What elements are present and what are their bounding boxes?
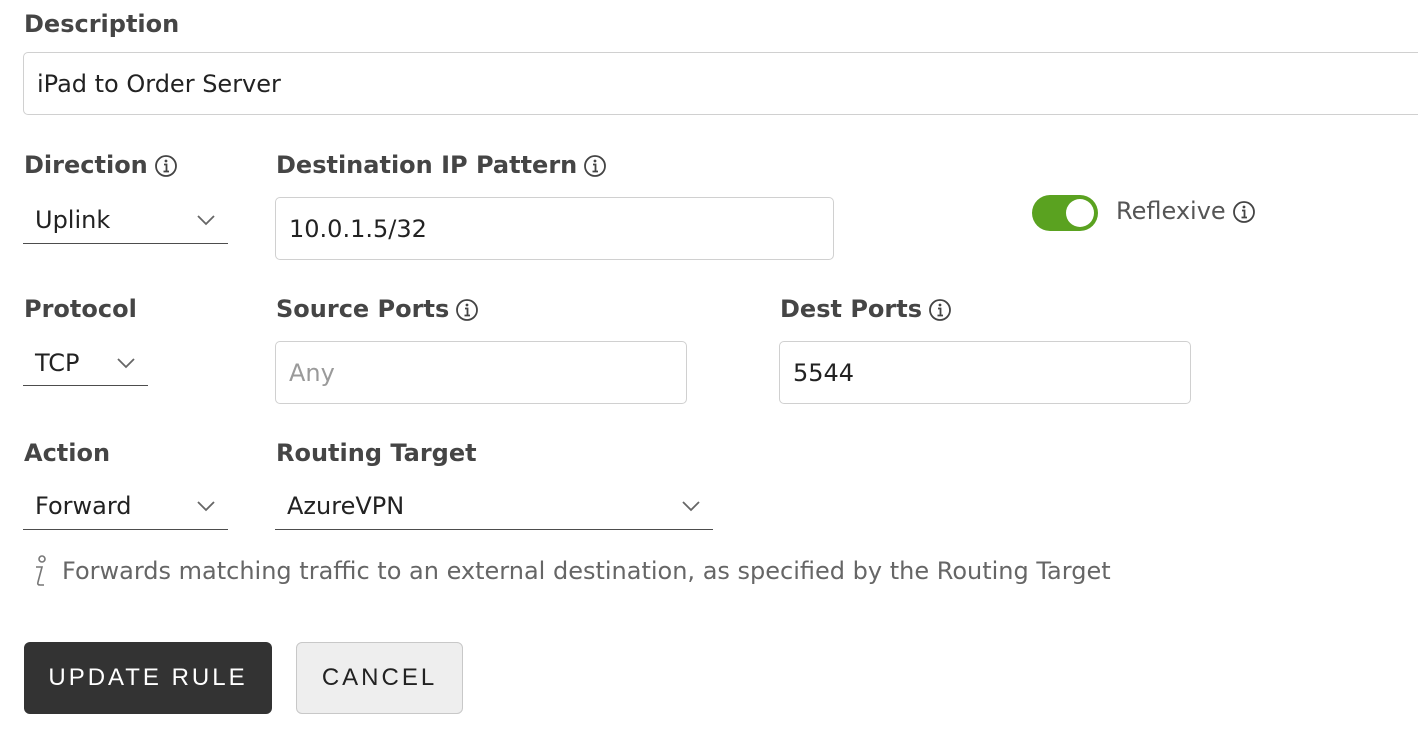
source-ports-label: Source Ports xyxy=(276,295,479,323)
reflexive-label-text: Reflexive xyxy=(1116,197,1226,225)
help-text: Forwards matching traffic to an external… xyxy=(62,557,1111,585)
dest-ports-label: Dest Ports xyxy=(780,295,952,323)
info-icon[interactable] xyxy=(928,298,952,322)
help-text-row: Forwards matching traffic to an external… xyxy=(28,554,1111,588)
destination-ip-input[interactable]: 10.0.1.5/32 xyxy=(275,197,834,260)
info-icon[interactable] xyxy=(1232,200,1256,224)
destination-ip-label: Destination IP Pattern xyxy=(276,151,607,179)
source-ports-label-text: Source Ports xyxy=(276,295,450,323)
info-italic-icon xyxy=(36,555,46,586)
description-input[interactable]: iPad to Order Server xyxy=(23,52,1418,115)
toggle-knob xyxy=(1066,199,1094,227)
chevron-down-icon xyxy=(117,357,135,368)
update-rule-button[interactable]: UPDATE RULE xyxy=(24,642,272,714)
source-ports-input[interactable]: Any xyxy=(275,341,687,404)
direction-select[interactable]: Uplink xyxy=(23,196,228,244)
protocol-value: TCP xyxy=(35,348,80,377)
dest-ports-label-text: Dest Ports xyxy=(780,295,922,323)
reflexive-toggle[interactable] xyxy=(1032,195,1098,231)
info-icon[interactable] xyxy=(583,154,607,178)
routing-target-select[interactable]: AzureVPN xyxy=(275,483,713,530)
direction-label: Direction xyxy=(24,151,178,179)
protocol-label: Protocol xyxy=(24,295,137,323)
description-label: Description xyxy=(24,10,180,38)
action-label: Action xyxy=(24,439,111,467)
action-value: Forward xyxy=(35,492,132,520)
info-icon[interactable] xyxy=(154,154,178,178)
destination-ip-label-text: Destination IP Pattern xyxy=(276,151,578,179)
chevron-down-icon xyxy=(197,501,215,512)
chevron-down-icon xyxy=(682,501,700,512)
chevron-down-icon xyxy=(197,214,215,225)
info-icon[interactable] xyxy=(455,298,479,322)
protocol-select[interactable]: TCP xyxy=(23,340,148,386)
routing-target-value: AzureVPN xyxy=(287,492,405,520)
direction-label-text: Direction xyxy=(24,151,148,179)
direction-value: Uplink xyxy=(35,205,111,234)
action-select[interactable]: Forward xyxy=(23,483,228,530)
reflexive-label: Reflexive xyxy=(1116,197,1256,225)
routing-target-label: Routing Target xyxy=(276,439,477,467)
dest-ports-input[interactable]: 5544 xyxy=(779,341,1191,404)
cancel-button[interactable]: CANCEL xyxy=(296,642,463,714)
